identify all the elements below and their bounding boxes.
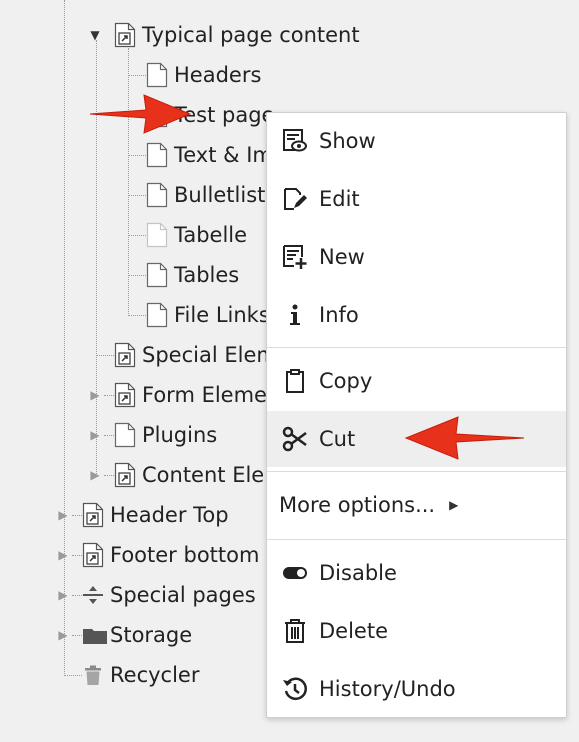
menu-divider [267, 347, 566, 348]
submenu-arrow-icon: ▶ [449, 498, 459, 512]
menu-item-label: Edit [319, 187, 360, 211]
page-icon [146, 262, 168, 288]
tree-item-footer-bottom[interactable]: Footer bottom [82, 539, 259, 571]
tree-item-file-links[interactable]: File Links [146, 299, 270, 331]
menu-item-copy[interactable]: Copy [267, 353, 566, 409]
expand-toggle-icon[interactable]: ▶ [90, 468, 100, 482]
tree-item-bulletlists[interactable]: Bulletlists [146, 179, 276, 211]
menu-item-history-undo[interactable]: History/Undo [267, 661, 566, 717]
menu-item-info[interactable]: Info [267, 287, 566, 343]
tree-guide-line [72, 635, 82, 636]
scissors-icon [281, 425, 309, 453]
tree-guide-line [104, 475, 114, 476]
tree-guide-line [128, 155, 146, 156]
tree-guide-line [104, 435, 114, 436]
tree-item-label: Headers [174, 63, 262, 87]
tree-item-storage[interactable]: Storage [82, 619, 192, 651]
menu-item-disable[interactable]: Disable [267, 545, 566, 601]
tree-item-header-top[interactable]: Header Top [82, 499, 229, 531]
tree-guide-line [128, 235, 146, 236]
menu-item-label: Show [319, 129, 376, 153]
page-icon [146, 182, 168, 208]
tree-item-label: File Links [174, 303, 270, 327]
hidden-page-icon [146, 222, 168, 248]
tree-guide-line [128, 275, 146, 276]
menu-item-show[interactable]: Show [267, 113, 566, 169]
tree-guide-line [64, 675, 82, 676]
annotation-arrow-icon [89, 94, 192, 134]
tree-item-label: Storage [110, 623, 193, 647]
tree-item-label: Typical page content [142, 23, 360, 47]
expand-toggle-icon[interactable]: ▶ [90, 428, 100, 442]
page-icon [146, 142, 168, 168]
tree-item-label: Footer bottom [110, 543, 260, 567]
tree-item-typical-page-content[interactable]: Typical page content [114, 19, 360, 51]
tree-guide-line [64, 0, 65, 676]
collapse-toggle-icon[interactable]: ▼ [90, 28, 100, 42]
toggle-switch-icon [281, 559, 309, 587]
shortcut-page-icon [114, 22, 136, 48]
expand-toggle-icon[interactable]: ▶ [58, 628, 68, 642]
tree-item-label: Bulletlists [174, 183, 277, 207]
tree-item-special-pages[interactable]: Special pages [82, 579, 256, 611]
tree-item-recycler[interactable]: Recycler [82, 659, 199, 691]
tree-guide-line [72, 555, 82, 556]
expand-toggle-icon[interactable]: ▶ [90, 388, 100, 402]
expand-toggle-icon[interactable]: ▶ [58, 588, 68, 602]
menu-item-label: Cut [319, 427, 356, 451]
view-eye-icon [281, 127, 309, 155]
tree-item-label: Special pages [110, 583, 256, 607]
menu-item-more-options[interactable]: More options... ▶ [267, 477, 566, 533]
folder-icon [82, 622, 107, 648]
new-page-icon [281, 243, 309, 271]
page-icon [146, 62, 168, 88]
info-icon [281, 301, 309, 329]
tree-guide-line [128, 75, 146, 76]
menu-item-label: Copy [319, 369, 373, 393]
tree-item-label: Recycler [110, 663, 200, 687]
trash-icon [281, 617, 309, 645]
menu-item-new[interactable]: New [267, 229, 566, 285]
tree-item-plugins[interactable]: Plugins [114, 419, 217, 451]
history-icon [281, 675, 309, 703]
page-icon [146, 302, 168, 328]
tree-guide-line [72, 595, 82, 596]
menu-item-edit[interactable]: Edit [267, 171, 566, 227]
spacer-icon [82, 582, 104, 608]
menu-item-label: New [319, 245, 365, 269]
tree-guide-line [72, 515, 82, 516]
menu-item-label: History/Undo [319, 677, 456, 701]
tree-item-label: Header Top [110, 503, 229, 527]
edit-pencil-icon [281, 185, 309, 213]
menu-item-delete[interactable]: Delete [267, 603, 566, 659]
tree-item-label: Tabelle [174, 223, 248, 247]
tree-item-label: Plugins [142, 423, 218, 447]
tree-item-tables[interactable]: Tables [146, 259, 239, 291]
page-icon [114, 422, 136, 448]
tree-guide-line [128, 195, 146, 196]
menu-item-label: Delete [319, 619, 388, 643]
annotation-arrow-icon [404, 416, 525, 460]
tree-guide-line [96, 355, 114, 356]
tree-guide-line [104, 395, 114, 396]
expand-toggle-icon[interactable]: ▶ [58, 548, 68, 562]
shortcut-page-icon [114, 342, 136, 368]
tree-guide-line [128, 315, 146, 316]
menu-item-label: Disable [319, 561, 397, 585]
menu-item-label: More options... [279, 493, 436, 517]
recycler-trash-icon [82, 662, 104, 688]
tree-item-tabelle[interactable]: Tabelle [146, 219, 247, 251]
expand-toggle-icon[interactable]: ▶ [58, 508, 68, 522]
tree-item-label: Tables [174, 263, 240, 287]
tree-item-headers[interactable]: Headers [146, 59, 261, 91]
shortcut-page-icon [82, 502, 104, 528]
shortcut-page-icon [114, 382, 136, 408]
shortcut-page-icon [114, 462, 136, 488]
menu-divider [267, 539, 566, 540]
shortcut-page-icon [82, 542, 104, 568]
clipboard-copy-icon [281, 367, 309, 395]
menu-item-label: Info [319, 303, 359, 327]
menu-divider [267, 471, 566, 472]
